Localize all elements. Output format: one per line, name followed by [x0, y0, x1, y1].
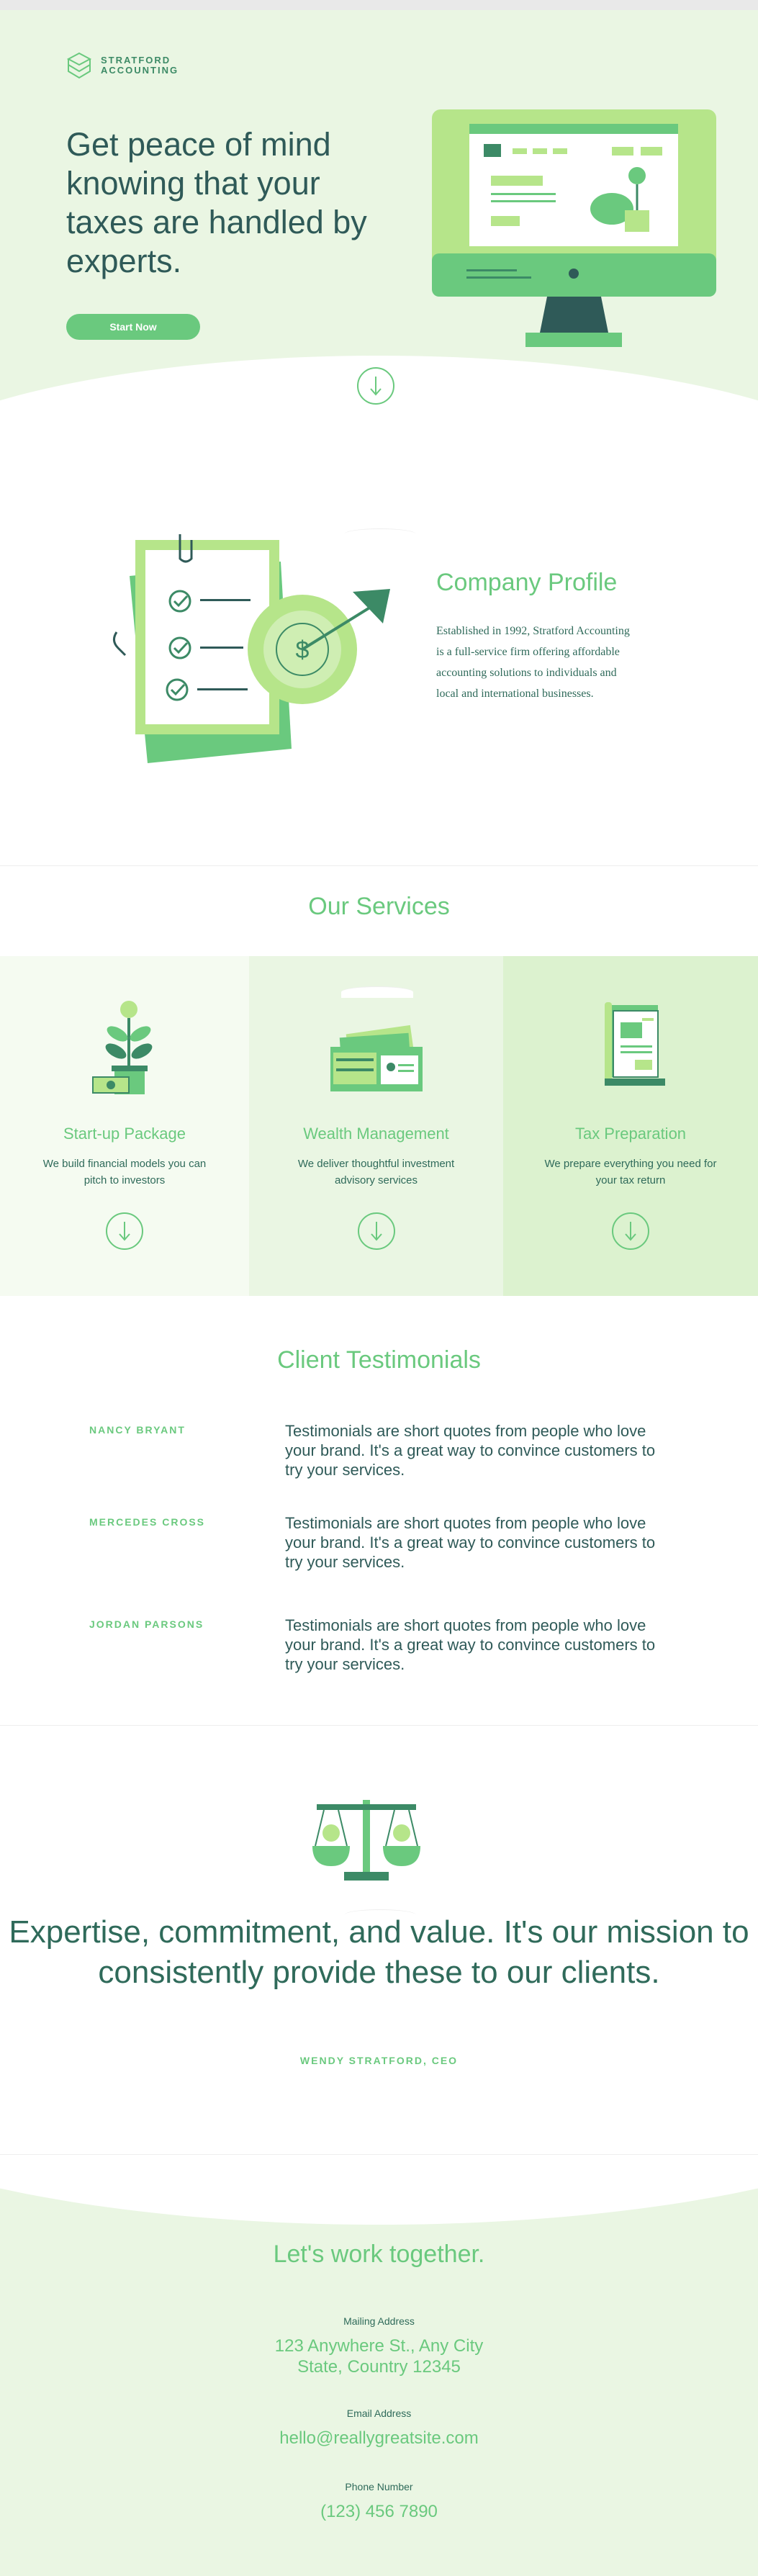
- email-address-link[interactable]: hello@reallygreatsite.com: [0, 2428, 758, 2449]
- testimonial-name: NANCY BRYANT: [89, 1424, 186, 1436]
- service-card-tax[interactable]: Tax Preparation We prepare everything yo…: [503, 956, 758, 1296]
- mailing-address-line-2: State, Country 12345: [297, 2357, 461, 2377]
- mission-author: WENDY STRATFORD, CEO: [299, 2055, 459, 2066]
- logo[interactable]: STRATFORD ACCOUNTING: [66, 52, 179, 79]
- hero-section: STRATFORD ACCOUNTING Get peace of mind k…: [0, 10, 758, 438]
- service-desc: We prepare everything you need for your …: [544, 1158, 717, 1186]
- mailing-address-label: Mailing Address: [343, 2315, 415, 2327]
- section-tab-notch: [341, 986, 413, 998]
- arrow-down-icon: [370, 1222, 382, 1241]
- tax-document-icon: [605, 1002, 665, 1086]
- start-now-button[interactable]: Start Now: [66, 314, 200, 340]
- page: STRATFORD ACCOUNTING Get peace of mind k…: [0, 0, 758, 2576]
- phone-number-link[interactable]: (123) 456 7890: [0, 2501, 758, 2522]
- contact-title: Let's work together.: [273, 2241, 485, 2268]
- services-title: Our Services: [308, 893, 450, 920]
- service-more-button[interactable]: [106, 1212, 143, 1250]
- services-row: Start-up Package We build financial mode…: [0, 956, 758, 1296]
- plant-money-icon: [92, 1001, 153, 1094]
- testimonial-quote: Testimonials are short quotes from peopl…: [285, 1514, 656, 1571]
- service-more-button[interactable]: [357, 1212, 395, 1250]
- testimonials-title: Client Testimonials: [277, 1346, 481, 1374]
- testimonial-name: JORDAN PARSONS: [89, 1618, 204, 1630]
- arrow-down-icon: [625, 1222, 636, 1241]
- testimonial-quote: Testimonials are short quotes from peopl…: [285, 1422, 656, 1479]
- browser-topbar: [0, 0, 758, 10]
- service-desc: We build financial models you can pitch …: [42, 1158, 207, 1186]
- company-profile-text: Established in 1992, Stratford Accountin…: [436, 625, 630, 700]
- company-profile-title: Company Profile: [436, 569, 618, 596]
- mailing-address-line-1: 123 Anywhere St., Any City: [274, 2336, 484, 2356]
- service-name: Tax Preparation: [574, 1125, 687, 1143]
- mission-statement: Expertise, commitment, and value. It's o…: [9, 1914, 749, 1990]
- contact-section: Let's work together. Mailing Address 123…: [0, 2160, 758, 2576]
- cube-logo-icon: [66, 52, 92, 79]
- testimonial-quote: Testimonials are short quotes from peopl…: [285, 1616, 656, 1673]
- service-name: Start-up Package: [63, 1125, 186, 1143]
- testimonial-name: MERCEDES CROSS: [89, 1516, 206, 1528]
- section-divider: [0, 2154, 758, 2155]
- brand-line-2: ACCOUNTING: [101, 65, 179, 76]
- wallet-icon: [330, 1024, 423, 1091]
- service-card-wealth[interactable]: Wealth Management We deliver thoughtful …: [249, 956, 503, 1296]
- svg-text:$: $: [296, 636, 310, 664]
- contact-curve: [0, 2160, 758, 2225]
- service-more-button[interactable]: [612, 1212, 649, 1250]
- service-desc: We deliver thoughtful investment advisor…: [297, 1158, 455, 1186]
- arrow-down-icon: [119, 1222, 130, 1241]
- computer-monitor-illustration: [432, 109, 716, 347]
- brand-line-1: STRATFORD: [101, 55, 171, 66]
- balance-scale-icon: [312, 1800, 420, 1881]
- section-divider: [0, 1725, 758, 1726]
- email-address-label: Email Address: [346, 2408, 412, 2419]
- section-divider: [0, 865, 758, 866]
- checklist-target-illustration: $: [113, 534, 390, 763]
- scroll-down-button[interactable]: [357, 367, 394, 405]
- service-card-startup[interactable]: Start-up Package We build financial mode…: [0, 956, 249, 1296]
- arrow-down-icon: [370, 377, 382, 396]
- phone-number-label: Phone Number: [345, 2481, 413, 2492]
- hero-title: Get peace of mind knowing that your taxe…: [66, 126, 367, 279]
- service-name: Wealth Management: [303, 1125, 449, 1143]
